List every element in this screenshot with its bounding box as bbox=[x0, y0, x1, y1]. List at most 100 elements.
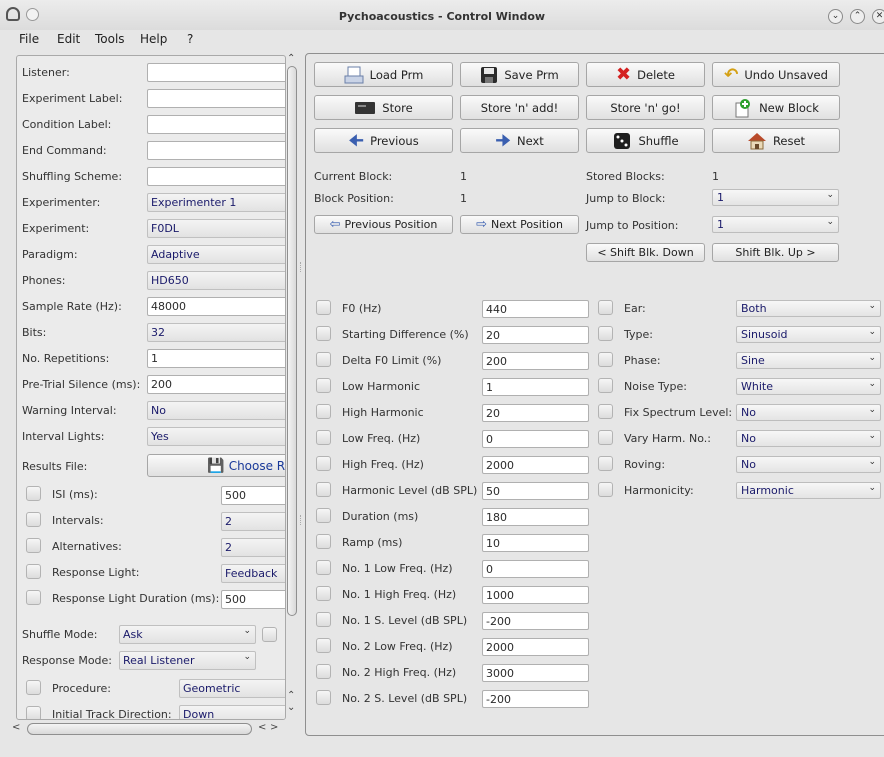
splitter-grip[interactable] bbox=[300, 262, 302, 272]
listener-field[interactable] bbox=[147, 63, 285, 82]
pretrial-silence-field[interactable]: 200 bbox=[147, 375, 285, 394]
menu-edit[interactable]: Edit bbox=[57, 32, 80, 46]
scroll-left-icon[interactable]: < bbox=[12, 722, 20, 733]
chooser-checkbox[interactable] bbox=[598, 456, 613, 471]
param-field[interactable]: 1 bbox=[482, 378, 589, 396]
param-field[interactable]: 0 bbox=[482, 560, 589, 578]
response-light-select[interactable]: Feedback bbox=[221, 564, 285, 583]
param-checkbox[interactable] bbox=[316, 586, 331, 601]
param-field[interactable]: 200 bbox=[482, 352, 589, 370]
bits-select[interactable]: 32 bbox=[147, 323, 285, 342]
interval-lights-select[interactable]: Yes bbox=[147, 427, 285, 446]
scroll-down-icon[interactable]: ⌄ bbox=[287, 702, 295, 713]
param-field[interactable]: 1000 bbox=[482, 586, 589, 604]
shift-block-up-button[interactable]: Shift Blk. Up > bbox=[712, 243, 839, 262]
param-field[interactable]: 0 bbox=[482, 430, 589, 448]
left-vertical-scroll-thumb[interactable] bbox=[287, 66, 297, 616]
experimenter-select[interactable]: Experimenter 1 bbox=[147, 193, 285, 212]
param-checkbox[interactable] bbox=[316, 326, 331, 341]
left-horizontal-scroll-thumb[interactable] bbox=[27, 723, 252, 735]
shift-block-down-button[interactable]: < Shift Blk. Down bbox=[586, 243, 705, 262]
repetitions-field[interactable]: 1 bbox=[147, 349, 285, 368]
param-field[interactable]: 2000 bbox=[482, 638, 589, 656]
jump-to-position-select[interactable]: 1 ⌄ bbox=[712, 216, 839, 233]
chooser-select[interactable]: Sine ⌄ bbox=[736, 352, 881, 369]
procedure-select[interactable]: Geometric bbox=[179, 679, 285, 698]
experiment-label-field[interactable] bbox=[147, 89, 285, 108]
isi-field[interactable]: 500 bbox=[221, 486, 285, 505]
scroll-up-icon[interactable]: ⌃ bbox=[287, 53, 295, 64]
load-prm-button[interactable]: Load Prm bbox=[314, 62, 453, 87]
shuffle-button[interactable]: Shuffle bbox=[586, 128, 705, 153]
menu-about[interactable]: ? bbox=[187, 32, 193, 46]
chooser-checkbox[interactable] bbox=[598, 404, 613, 419]
param-checkbox[interactable] bbox=[316, 352, 331, 367]
store-n-go-button[interactable]: Store 'n' go! bbox=[586, 95, 705, 120]
chooser-select[interactable]: No ⌄ bbox=[736, 430, 881, 447]
param-checkbox[interactable] bbox=[316, 508, 331, 523]
param-field[interactable]: 180 bbox=[482, 508, 589, 526]
param-field[interactable]: 50 bbox=[482, 482, 589, 500]
jump-to-block-select[interactable]: 1 ⌄ bbox=[712, 189, 839, 206]
param-checkbox[interactable] bbox=[316, 560, 331, 575]
intervals-select[interactable]: 2 bbox=[221, 512, 285, 531]
chooser-checkbox[interactable] bbox=[598, 378, 613, 393]
alternatives-checkbox[interactable] bbox=[26, 538, 41, 553]
chooser-checkbox[interactable] bbox=[598, 300, 613, 315]
scroll-right-icon[interactable]: > bbox=[270, 722, 278, 733]
response-mode-select[interactable]: Real Listener ⌄ bbox=[119, 651, 256, 670]
chooser-checkbox[interactable] bbox=[598, 430, 613, 445]
close-button[interactable]: ✕ bbox=[872, 9, 884, 24]
menu-file[interactable]: File bbox=[19, 32, 39, 46]
minimize-button[interactable]: ⌄ bbox=[828, 9, 843, 24]
delete-button[interactable]: ✖ Delete bbox=[586, 62, 705, 87]
param-checkbox[interactable] bbox=[316, 456, 331, 471]
chooser-checkbox[interactable] bbox=[598, 482, 613, 497]
reset-button[interactable]: Reset bbox=[712, 128, 840, 153]
chooser-select[interactable]: White ⌄ bbox=[736, 378, 881, 395]
chooser-select[interactable]: No ⌄ bbox=[736, 456, 881, 473]
chooser-select[interactable]: Both ⌄ bbox=[736, 300, 881, 317]
splitter-grip[interactable] bbox=[300, 515, 302, 525]
alternatives-select[interactable]: 2 bbox=[221, 538, 285, 557]
sample-rate-field[interactable]: 48000 bbox=[147, 297, 285, 316]
next-button[interactable]: 🠊 Next bbox=[460, 128, 579, 153]
warning-interval-select[interactable]: No bbox=[147, 401, 285, 420]
isi-checkbox[interactable] bbox=[26, 486, 41, 501]
menu-help[interactable]: Help bbox=[140, 32, 167, 46]
paradigm-select[interactable]: Adaptive bbox=[147, 245, 285, 264]
param-checkbox[interactable] bbox=[316, 690, 331, 705]
store-n-add-button[interactable]: Store 'n' add! bbox=[460, 95, 579, 120]
previous-button[interactable]: 🠈 Previous bbox=[314, 128, 453, 153]
chooser-select[interactable]: No ⌄ bbox=[736, 404, 881, 421]
chooser-select[interactable]: Harmonic ⌄ bbox=[736, 482, 881, 499]
end-command-field[interactable] bbox=[147, 141, 285, 160]
shuffle-mode-select[interactable]: Ask ⌄ bbox=[119, 625, 256, 644]
param-checkbox[interactable] bbox=[316, 404, 331, 419]
store-button[interactable]: Store bbox=[314, 95, 453, 120]
undo-unsaved-button[interactable]: ↶ Undo Unsaved bbox=[712, 62, 840, 87]
initial-track-checkbox[interactable] bbox=[26, 706, 41, 719]
previous-position-button[interactable]: ⇦ Previous Position bbox=[314, 215, 453, 234]
chooser-checkbox[interactable] bbox=[598, 352, 613, 367]
param-checkbox[interactable] bbox=[316, 534, 331, 549]
chooser-checkbox[interactable] bbox=[598, 326, 613, 341]
procedure-checkbox[interactable] bbox=[26, 680, 41, 695]
param-checkbox[interactable] bbox=[316, 612, 331, 627]
param-field[interactable]: 440 bbox=[482, 300, 589, 318]
maximize-button[interactable]: ⌃ bbox=[850, 9, 865, 24]
param-field[interactable]: 20 bbox=[482, 404, 589, 422]
phones-select[interactable]: HD650 bbox=[147, 271, 285, 290]
shuffling-scheme-field[interactable] bbox=[147, 167, 285, 186]
param-field[interactable]: -200 bbox=[482, 612, 589, 630]
save-prm-button[interactable]: Save Prm bbox=[460, 62, 579, 87]
param-checkbox[interactable] bbox=[316, 430, 331, 445]
scroll-left-icon[interactable]: < bbox=[258, 722, 266, 733]
param-field[interactable]: 20 bbox=[482, 326, 589, 344]
intervals-checkbox[interactable] bbox=[26, 512, 41, 527]
response-light-duration-checkbox[interactable] bbox=[26, 590, 41, 605]
param-field[interactable]: 3000 bbox=[482, 664, 589, 682]
param-checkbox[interactable] bbox=[316, 638, 331, 653]
scroll-up-icon[interactable]: ⌃ bbox=[287, 690, 295, 701]
menu-tools[interactable]: Tools bbox=[95, 32, 125, 46]
